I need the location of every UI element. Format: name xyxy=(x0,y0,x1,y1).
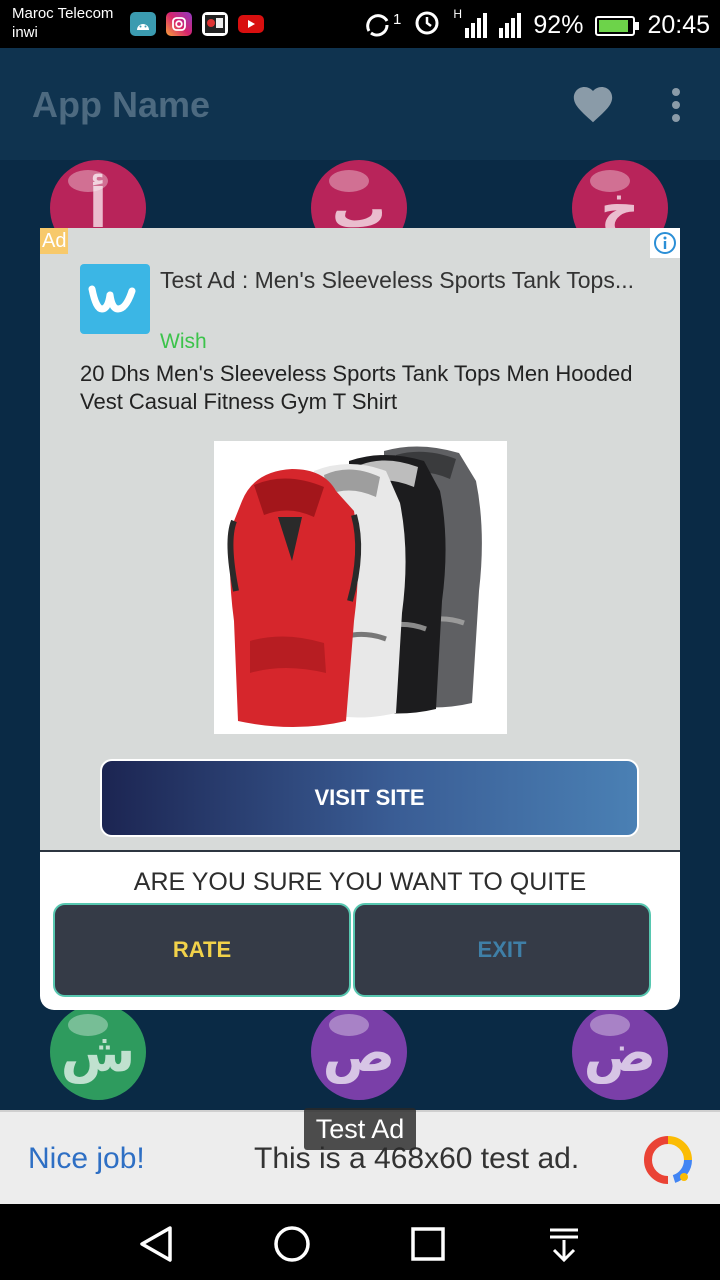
divider xyxy=(40,850,680,852)
ad-badge: Ad xyxy=(40,228,69,254)
info-icon[interactable] xyxy=(650,228,680,258)
letter-ball[interactable]: ص xyxy=(311,1004,407,1100)
letter-ball[interactable]: ض xyxy=(572,1004,668,1100)
battery-icon xyxy=(595,15,640,36)
exit-button[interactable]: EXIT xyxy=(353,903,651,997)
letter-text: ض xyxy=(583,1020,657,1084)
carrier-info: Maroc Telecom inwi xyxy=(12,4,113,42)
recents-icon[interactable] xyxy=(406,1222,450,1266)
ad-headline[interactable]: Test Ad : Men's Sleeveless Sports Tank T… xyxy=(160,266,640,294)
visit-site-button[interactable]: VISIT SITE xyxy=(100,759,639,837)
tank-tops-image[interactable] xyxy=(214,441,507,734)
banner-lead: Nice job! xyxy=(28,1142,145,1175)
home-icon[interactable] xyxy=(270,1222,314,1266)
instagram-icon xyxy=(166,12,192,36)
battery-percent: 92% xyxy=(533,11,584,39)
status-bar: Maroc Telecom inwi 1 H 92% 20:45 xyxy=(0,0,720,48)
alarm-icon xyxy=(413,8,441,43)
carrier-name: Maroc Telecom xyxy=(12,5,114,22)
wish-logo[interactable] xyxy=(80,264,150,334)
system-status: 1 H 92% 20:45 xyxy=(363,7,710,43)
ad-advertiser: Wish xyxy=(160,330,207,353)
heart-icon[interactable] xyxy=(570,82,616,128)
notification-icons xyxy=(130,12,264,36)
exit-question: ARE YOU SURE YOU WANT TO QUITE xyxy=(133,868,587,896)
letter-ball[interactable]: ش xyxy=(50,1004,146,1100)
test-ad-label: Test Ad xyxy=(304,1108,416,1150)
youtube-icon xyxy=(238,15,264,33)
letter-text: ص xyxy=(322,1020,396,1084)
android-icon xyxy=(130,12,156,36)
pull-down-icon[interactable] xyxy=(542,1222,586,1266)
native-ad[interactable]: Ad Test Ad : Men's Sleeveless Sports Tan… xyxy=(40,228,680,850)
cell-signal-icon xyxy=(499,13,522,38)
rate-button[interactable]: RATE xyxy=(53,903,351,997)
letter-text: ش xyxy=(60,1020,136,1084)
app-title: App Name xyxy=(32,84,211,125)
navigation-bar xyxy=(0,1204,720,1280)
admob-logo xyxy=(644,1136,692,1184)
more-vert-icon[interactable] xyxy=(664,84,688,128)
network-signal-icon: H xyxy=(453,7,488,38)
sync-icon: 1 xyxy=(363,11,401,41)
battery-level-fill xyxy=(599,19,629,32)
app-bar: App Name xyxy=(0,48,720,160)
sim-indicator: 1 xyxy=(393,10,402,28)
ad-body: 20 Dhs Men's Sleeveless Sports Tank Tops… xyxy=(80,361,633,414)
game-icon xyxy=(202,12,228,36)
exit-dialog: Ad Test Ad : Men's Sleeveless Sports Tan… xyxy=(40,228,680,1010)
carrier-name-secondary: inwi xyxy=(12,24,38,41)
clock: 20:45 xyxy=(647,11,710,39)
network-type: H xyxy=(453,7,463,21)
back-icon[interactable] xyxy=(134,1222,178,1266)
banner-text: This is a 468x60 test ad. xyxy=(254,1142,580,1175)
